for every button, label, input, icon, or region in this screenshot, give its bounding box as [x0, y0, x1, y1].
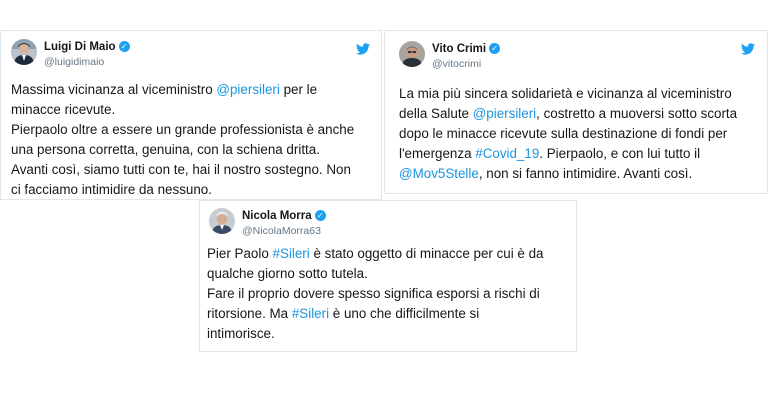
- tweet-text: La mia più sincera solidarietà e vicinan…: [399, 84, 765, 184]
- hashtag-link[interactable]: #Sileri: [273, 246, 310, 261]
- text-segment: Pier Paolo: [207, 246, 273, 261]
- tweet-text: Pier Paolo #Sileri è stato oggetto di mi…: [207, 244, 573, 344]
- tweet-card-vito-crimi[interactable]: Vito Crimi ✓ @vitocrimi La mia più sincer…: [384, 30, 768, 194]
- text-segment: l'emergenza: [399, 146, 476, 161]
- text-segment: La mia più sincera solidarietà e vicinan…: [399, 86, 732, 101]
- hashtag-link[interactable]: #Covid_19: [475, 146, 539, 161]
- text-segment: intimorisce.: [207, 326, 275, 341]
- text-segment: , costretto a muoversi sotto scorta: [536, 106, 738, 121]
- tweet-text-line: l'emergenza #Covid_19. Pierpaolo, e con …: [399, 144, 765, 164]
- text-segment: minacce ricevute.: [11, 102, 116, 117]
- text-segment: qualche giorno sotto tutela.: [207, 266, 368, 281]
- tweet-text-line: della Salute @piersileri, costretto a mu…: [399, 104, 765, 124]
- user-handle[interactable]: @vitocrimi: [432, 58, 481, 70]
- user-handle[interactable]: @luigidimaio: [44, 56, 104, 68]
- text-segment: , non si fanno intimidire. Avanti così.: [478, 166, 693, 181]
- tweet-text-line: Pierpaolo oltre a essere un grande profe…: [11, 120, 381, 140]
- text-segment: Massima vicinanza al viceministro: [11, 82, 217, 97]
- mention-link[interactable]: @Mov5Stelle: [399, 166, 479, 181]
- tweet-text: Massima vicinanza al viceministro @piers…: [11, 80, 381, 200]
- text-segment: Avanti così, siamo tutti con te, hai il …: [11, 162, 351, 177]
- text-segment: della Salute: [399, 106, 473, 121]
- avatar[interactable]: [209, 208, 235, 234]
- user-display-name[interactable]: Nicola Morra ✓: [242, 210, 326, 222]
- verified-badge-icon: ✓: [314, 210, 326, 221]
- tweet-text-line: intimorisce.: [207, 324, 573, 344]
- tweet-card-nicola-morra[interactable]: Nicola Morra ✓ @NicolaMorra63 Pier Paolo …: [199, 200, 577, 352]
- verified-badge-icon: ✓: [118, 41, 130, 52]
- tweet-text-line: La mia più sincera solidarietà e vicinan…: [399, 84, 765, 104]
- tweet-text-line: qualche giorno sotto tutela.: [207, 264, 573, 284]
- mention-link[interactable]: @piersileri: [216, 82, 279, 97]
- user-display-name[interactable]: Vito Crimi ✓: [432, 43, 501, 55]
- tweet-text-line: Massima vicinanza al viceministro @piers…: [11, 80, 381, 100]
- text-segment: Pierpaolo oltre a essere un grande profe…: [11, 122, 355, 137]
- tweet-text-line: ritorsione. Ma #Sileri è uno che diffici…: [207, 304, 573, 324]
- text-segment: Fare il proprio dovere spesso significa …: [207, 286, 540, 301]
- text-segment: dopo le minacce ricevute sulla destinazi…: [399, 126, 728, 141]
- twitter-bird-icon[interactable]: [356, 43, 370, 55]
- user-handle[interactable]: @NicolaMorra63: [242, 225, 321, 237]
- twitter-bird-icon[interactable]: [741, 43, 755, 55]
- tweet-text-line: Pier Paolo #Sileri è stato oggetto di mi…: [207, 244, 573, 264]
- text-segment: ci facciamo intimidire da nessuno.: [11, 182, 212, 197]
- tweet-text-line: Fare il proprio dovere spesso significa …: [207, 284, 573, 304]
- text-segment: una persona corretta, genuina, con la sc…: [11, 142, 320, 157]
- tweet-text-line: Avanti così, siamo tutti con te, hai il …: [11, 160, 381, 180]
- text-segment: . Pierpaolo, e con lui tutto il: [539, 146, 701, 161]
- text-segment: per le: [279, 82, 318, 97]
- text-segment: ritorsione. Ma: [207, 306, 292, 321]
- text-segment: è uno che difficilmente si: [329, 306, 480, 321]
- verified-badge-icon: ✓: [489, 43, 501, 54]
- hashtag-link[interactable]: #Sileri: [292, 306, 329, 321]
- user-display-name[interactable]: Luigi Di Maio ✓: [44, 41, 130, 53]
- tweet-text-line: una persona corretta, genuina, con la sc…: [11, 140, 381, 160]
- avatar[interactable]: [399, 41, 425, 67]
- tweet-text-line: ci facciamo intimidire da nessuno.: [11, 180, 381, 200]
- avatar[interactable]: [11, 39, 37, 65]
- text-segment: è stato oggetto di minacce per cui è da: [309, 246, 544, 261]
- mention-link[interactable]: @piersileri: [473, 106, 536, 121]
- tweet-text-line: @Mov5Stelle, non si fanno intimidire. Av…: [399, 164, 765, 184]
- tweet-text-line: dopo le minacce ricevute sulla destinazi…: [399, 124, 765, 144]
- tweet-card-luigi-di-maio[interactable]: Luigi Di Maio ✓ @luigidimaio Massima vici…: [0, 30, 382, 200]
- tweet-text-line: minacce ricevute.: [11, 100, 381, 120]
